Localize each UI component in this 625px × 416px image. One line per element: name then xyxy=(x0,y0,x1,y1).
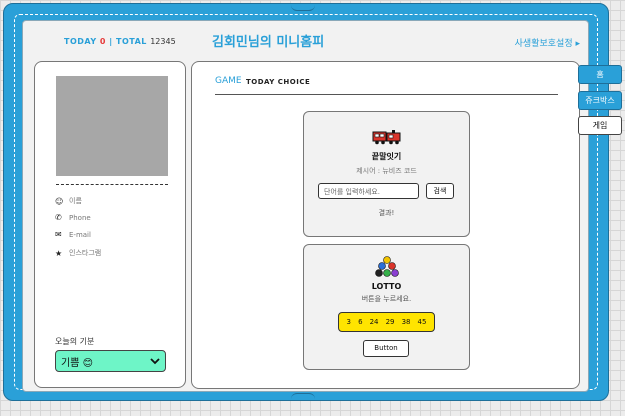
today-count: 0 xyxy=(99,37,106,46)
divider-bar: | xyxy=(109,37,113,46)
mail-icon: ✉ xyxy=(55,230,62,239)
word-input[interactable]: 단어를 입력하세요. xyxy=(318,183,419,199)
visitor-counter: TODAY 0 | TOTAL 12345 xyxy=(64,37,176,46)
total-label: TOTAL xyxy=(116,37,147,46)
train-icon xyxy=(372,130,401,145)
profile-divider xyxy=(56,184,168,185)
lotto-number: 29 xyxy=(385,318,395,326)
profile-photo xyxy=(56,76,168,176)
lotto-number: 6 xyxy=(358,318,363,326)
frame-bottom-notch xyxy=(291,393,315,400)
info-phone-label: Phone xyxy=(69,213,91,222)
smiley-icon: ☺ xyxy=(55,196,64,206)
word-game-hint: 제시어 : 뉴비즈 코드 xyxy=(356,167,417,175)
privacy-settings-link[interactable]: 사생활보호설정 ▸ xyxy=(515,36,580,49)
total-count: 12345 xyxy=(150,37,176,46)
lotto-draw-button[interactable]: Button xyxy=(363,340,409,357)
frame-top-notch xyxy=(291,4,315,11)
mood-value: 기쁨 😊 xyxy=(61,357,94,369)
lotto-number: 3 xyxy=(346,318,351,326)
tab-jukebox[interactable]: 쥬크박스 xyxy=(578,91,622,110)
mood-select[interactable]: 기쁨 😊 xyxy=(55,350,166,372)
homepage-frame: TODAY 0 | TOTAL 12345 김회민님의 미니홈피 사생활보호설정… xyxy=(3,3,609,401)
homepage-inner: TODAY 0 | TOTAL 12345 김회민님의 미니홈피 사생활보호설정… xyxy=(22,20,589,392)
info-instagram-label: 인스타그램 xyxy=(69,249,102,257)
word-game-title: 끝말잇기 xyxy=(371,152,402,161)
info-phone: ✆ Phone xyxy=(55,213,91,222)
lotto-number: 24 xyxy=(369,318,379,326)
chevron-down-icon xyxy=(150,358,160,365)
word-chain-game: 끝말잇기 제시어 : 뉴비즈 코드 단어를 입력하세요. 검색 결과! xyxy=(303,111,470,237)
star-icon: ★ xyxy=(55,248,63,258)
info-name-label: 이름 xyxy=(69,197,82,205)
main-card: GAME TODAY CHOICE 끝말잇기 제시어 : 뉴비즈 코드 단어를 … xyxy=(191,61,580,389)
lotto-prompt: 버튼을 누르세요. xyxy=(361,295,412,303)
section-divider xyxy=(215,94,558,95)
info-email-label: E-mail xyxy=(69,230,91,239)
section-subtitle: TODAY CHOICE xyxy=(246,78,311,86)
search-button[interactable]: 검색 xyxy=(426,183,454,199)
page-title: 김회민님의 미니홈피 xyxy=(212,35,325,50)
lotto-number: 45 xyxy=(417,318,427,326)
mood-label: 오늘의 기분 xyxy=(55,337,95,346)
lotto-title: LOTTO xyxy=(371,282,402,291)
profile-card: ☺ 이름 ✆ Phone ✉ E-mail ★ 인스타그램 오늘의 기분 기쁨 … xyxy=(34,61,186,388)
lotto-game: LOTTO 버튼을 누르세요. 3 6 24 29 38 45 Button xyxy=(303,244,470,370)
word-game-result: 결과! xyxy=(378,209,395,217)
info-email: ✉ E-mail xyxy=(55,230,91,239)
info-instagram: ★ 인스타그램 xyxy=(55,248,101,258)
section-title: GAME xyxy=(215,76,242,86)
phone-icon: ✆ xyxy=(55,213,62,222)
tab-game[interactable]: 게임 xyxy=(578,116,622,135)
lotto-number: 38 xyxy=(401,318,411,326)
info-name: ☺ 이름 xyxy=(55,196,82,206)
today-label: TODAY xyxy=(64,37,97,46)
lottery-balls-icon xyxy=(375,256,399,277)
lotto-numbers: 3 6 24 29 38 45 xyxy=(338,312,435,332)
tab-home[interactable]: 홈 xyxy=(578,65,622,84)
